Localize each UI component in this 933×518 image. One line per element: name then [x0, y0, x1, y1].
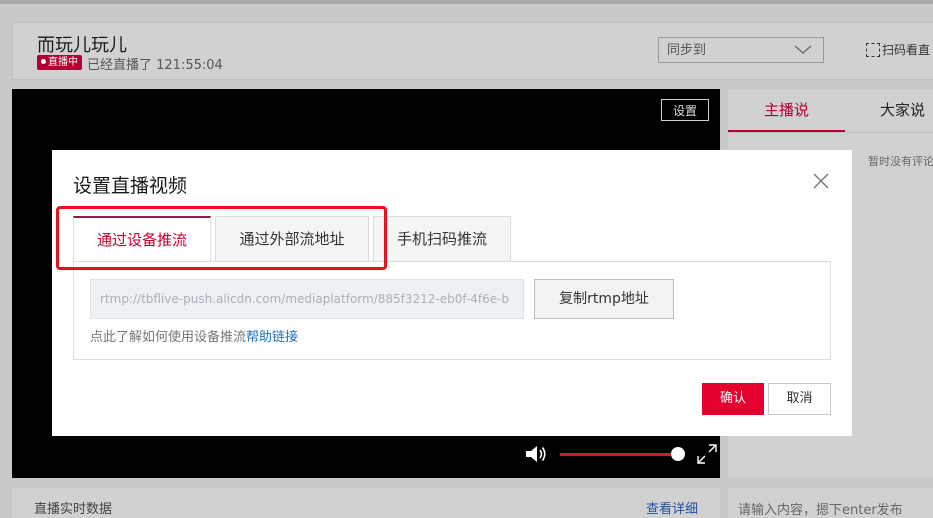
tab-everyone-says[interactable]: 大家说: [856, 89, 933, 132]
chat-input-placeholder: 请输入内容，摁下enter发布: [738, 503, 903, 518]
cancel-button[interactable]: 取消: [768, 383, 831, 415]
rtmp-address-input[interactable]: rtmp://tbflive-push.alicdn.com/mediaplat…: [90, 279, 524, 319]
close-icon[interactable]: [812, 172, 830, 190]
tab-phone-scan-push[interactable]: 手机扫码推流: [373, 216, 511, 261]
top-strip: [0, 0, 933, 4]
help-text-label: 点此了解如何使用设备推流: [90, 330, 247, 345]
view-details-link[interactable]: 查看详细: [646, 498, 698, 517]
tab-anchor-says[interactable]: 主播说: [728, 89, 845, 132]
copy-rtmp-button[interactable]: 复制rtmp地址: [534, 279, 674, 319]
empty-comments-text: 暂时没有评论: [868, 155, 933, 168]
live-video-settings-dialog: 设置直播视频 通过设备推流 通过外部流地址 手机扫码推流 rtmp://tbfl…: [52, 150, 852, 436]
scan-label: 扫码看直: [882, 43, 931, 57]
volume-slider-track[interactable]: [560, 453, 684, 456]
live-duration: 已经直播了 121:55:04: [87, 58, 223, 73]
live-status-badge: 直播中: [37, 55, 82, 70]
help-link[interactable]: 帮助链接: [246, 330, 298, 345]
sync-to-select[interactable]: 同步到: [658, 37, 824, 63]
tab-external-stream[interactable]: 通过外部流地址: [215, 216, 369, 261]
live-header: 而玩儿玩儿 直播中 已经直播了 121:55:04 同步到 扫码看直: [12, 22, 933, 80]
volume-slider-handle[interactable]: [670, 447, 685, 461]
video-settings-button[interactable]: 设置: [661, 99, 709, 121]
tab-device-push[interactable]: 通过设备推流: [73, 216, 211, 261]
realtime-data-label: 直播实时数据: [34, 502, 113, 517]
scan-to-watch-button[interactable]: 扫码看直: [866, 41, 930, 58]
tab-divider: [728, 132, 933, 133]
scan-icon: [866, 43, 880, 57]
live-dot-icon: [41, 59, 46, 64]
sync-select-value: 同步到: [667, 43, 707, 58]
chevron-down-icon: [794, 45, 812, 54]
fullscreen-icon[interactable]: [696, 443, 718, 465]
live-badge-label: 直播中: [48, 57, 78, 68]
realtime-data-bar: 直播实时数据 查看详细: [12, 488, 720, 518]
volume-icon[interactable]: [524, 443, 548, 465]
confirm-button[interactable]: 确认: [702, 383, 764, 415]
dialog-title: 设置直播视频: [73, 175, 188, 197]
chat-input-area[interactable]: 请输入内容，摁下enter发布: [728, 488, 933, 518]
tab-panel-device-push: rtmp://tbflive-push.alicdn.com/mediaplat…: [73, 261, 831, 360]
help-text: 点此了解如何使用设备推流帮助链接: [90, 326, 298, 345]
